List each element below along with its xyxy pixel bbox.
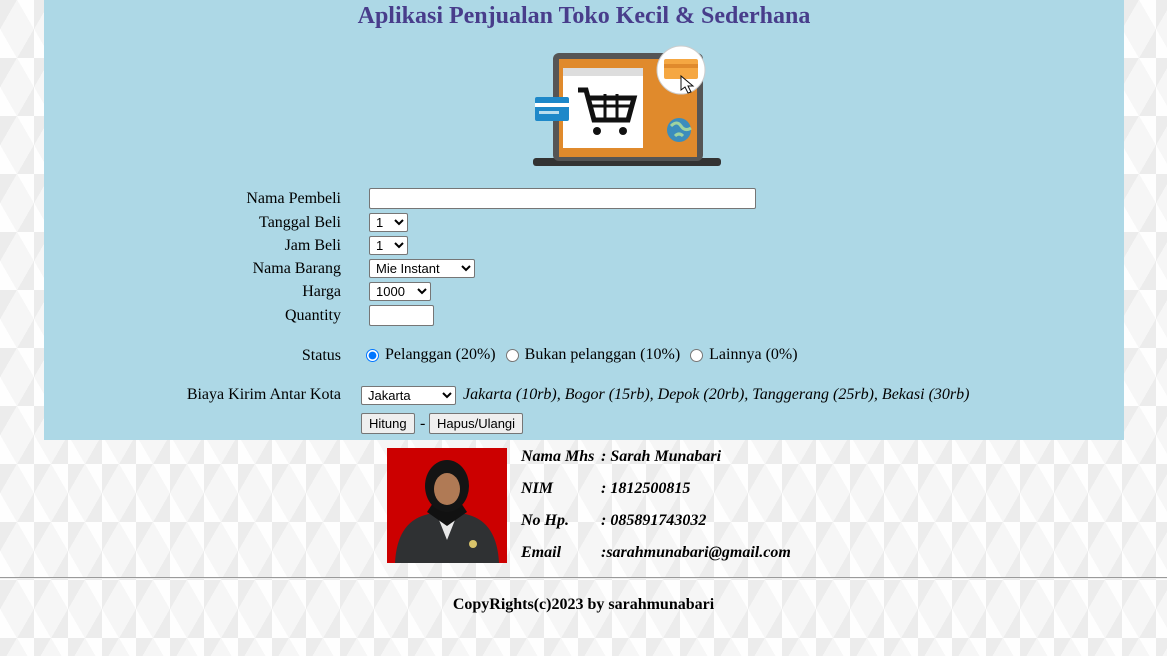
- status-option-bukan-pelanggan: Bukan pelanggan (10%): [524, 346, 681, 363]
- nama-barang-select[interactable]: Mie Instant: [369, 259, 475, 278]
- tanggal-beli-select[interactable]: 1: [369, 213, 408, 232]
- email-value: :sarahmunabari@gmail.com: [601, 544, 791, 561]
- quantity-label: Quantity: [285, 307, 341, 324]
- nama-barang-label: Nama Barang: [252, 260, 341, 277]
- nama-pembeli-input[interactable]: [369, 188, 756, 209]
- harga-label: Harga: [302, 283, 341, 300]
- email-label: Email: [521, 544, 562, 561]
- biaya-kirim-select[interactable]: Jakarta: [361, 386, 456, 405]
- status-radio-pelanggan[interactable]: [366, 348, 379, 362]
- biaya-kirim-note: Jakarta (10rb), Bogor (15rb), Depok (20r…: [463, 386, 970, 403]
- student-photo: [387, 448, 507, 563]
- shopping-cart-illustration: [531, 38, 726, 188]
- nim-label: NIM: [521, 480, 554, 497]
- nim-value: : 1812500815: [601, 480, 691, 497]
- no-hp-label: No Hp.: [521, 512, 569, 529]
- quantity-input[interactable]: [369, 305, 434, 326]
- status-radio-bukan-pelanggan[interactable]: [505, 348, 519, 362]
- button-separator: -: [420, 415, 426, 432]
- nama-mhs-value: : Sarah Munabari: [601, 448, 722, 465]
- reset-button[interactable]: Hapus/Ulangi: [429, 413, 524, 434]
- footer-divider: [0, 577, 1167, 579]
- nama-mhs-label: Nama Mhs: [521, 448, 595, 465]
- jam-beli-select[interactable]: 1: [369, 236, 408, 255]
- jam-beli-label: Jam Beli: [284, 237, 341, 254]
- form-panel: Aplikasi Penjualan Toko Kecil & Sederhan…: [44, 0, 1124, 440]
- nama-pembeli-label: Nama Pembeli: [246, 190, 341, 207]
- status-radio-group: Pelanggan (20%) Bukan pelanggan (10%) La…: [366, 346, 808, 364]
- status-label: Status: [301, 347, 341, 364]
- hitung-button[interactable]: Hitung: [361, 413, 415, 434]
- harga-select[interactable]: 1000: [369, 282, 431, 301]
- footer-copyright: CopyRights(c)2023 by sarahmunabari: [452, 596, 715, 613]
- no-hp-value: : 085891743032: [601, 512, 707, 529]
- status-radio-lainnya[interactable]: [690, 348, 704, 362]
- tanggal-beli-label: Tanggal Beli: [259, 214, 341, 231]
- status-option-lainnya: Lainnya (0%): [709, 346, 798, 363]
- page-title: Aplikasi Penjualan Toko Kecil & Sederhan…: [357, 3, 811, 29]
- biaya-kirim-label: Biaya Kirim Antar Kota: [186, 386, 341, 403]
- status-option-pelanggan: Pelanggan (20%): [385, 346, 496, 363]
